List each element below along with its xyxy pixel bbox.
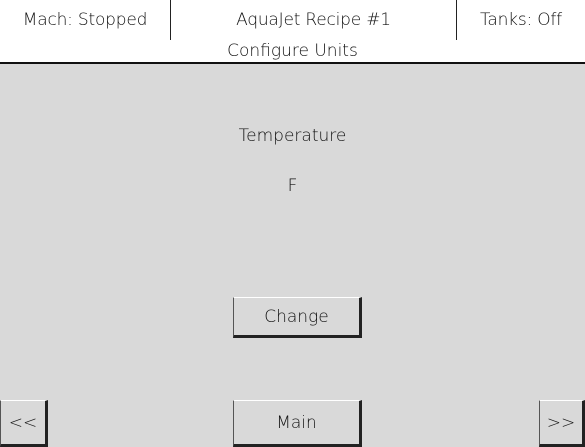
status-bar: Mach: Stopped AquaJet Recipe #1 Tanks: O…: [0, 0, 585, 40]
previous-button[interactable]: <<: [0, 400, 48, 447]
next-button[interactable]: >>: [539, 400, 585, 447]
recipe-name: AquaJet Recipe #1: [171, 0, 457, 40]
tanks-status: Tanks: Off: [480, 10, 562, 30]
main-button[interactable]: Main: [233, 400, 362, 447]
temperature-label: Temperature: [238, 126, 347, 146]
machine-status: Mach: Stopped: [0, 0, 171, 40]
change-button[interactable]: Change: [233, 297, 362, 338]
temperature-unit-value: F: [287, 176, 298, 196]
page-title: Configure Units: [0, 40, 585, 64]
